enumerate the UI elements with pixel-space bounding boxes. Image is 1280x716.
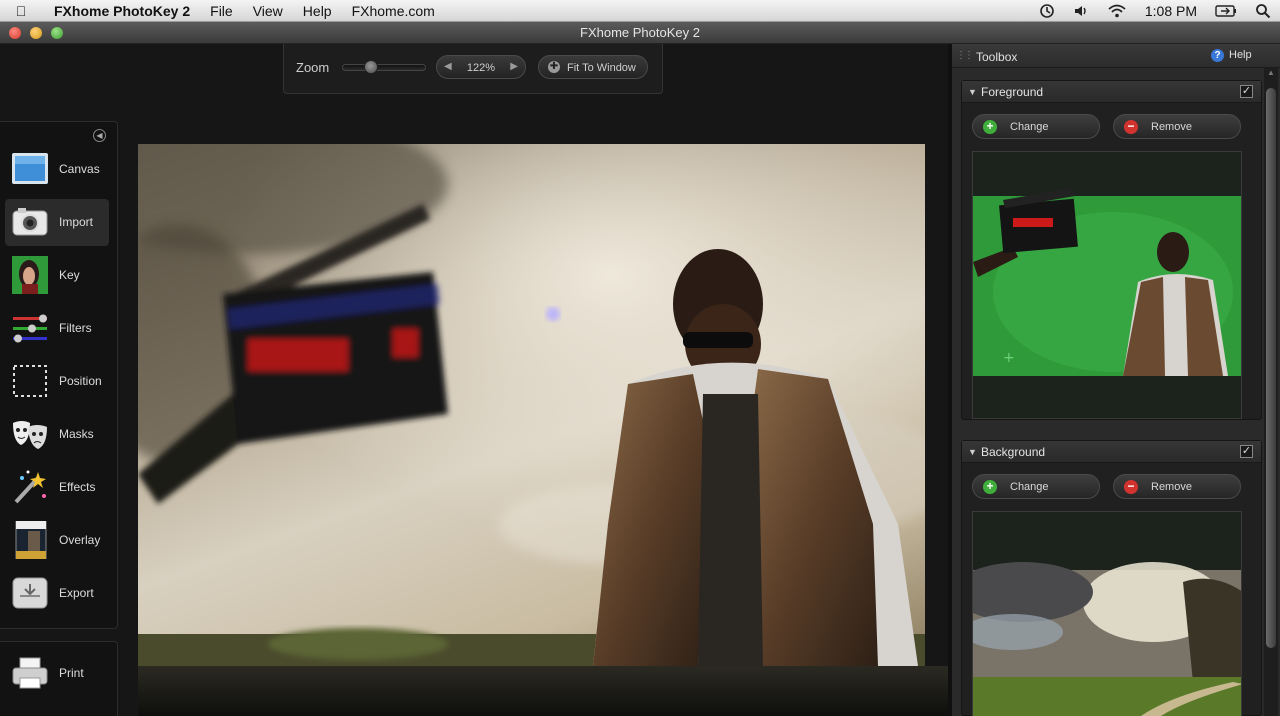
window-title: FXhome PhotoKey 2 bbox=[580, 25, 700, 40]
disclosure-triangle-icon[interactable]: ▼ bbox=[968, 447, 977, 457]
drag-grip-icon[interactable]: ⋮⋮ bbox=[956, 50, 974, 61]
printer-icon bbox=[10, 654, 50, 692]
window-title-bar: FXhome PhotoKey 2 bbox=[0, 22, 1280, 44]
photokey-app:  FXhome PhotoKey 2 File View Help FXhom… bbox=[0, 0, 1280, 716]
menu-bar:  FXhome PhotoKey 2 File View Help FXhom… bbox=[0, 0, 1280, 22]
tool-overlay-label: Overlay bbox=[59, 533, 101, 547]
foreground-change-button[interactable]: + Change bbox=[972, 114, 1100, 139]
composite-canvas-image[interactable] bbox=[138, 144, 925, 666]
toolbox-panel: ⋮⋮ Toolbox ? Help ▼ Foreground ✓ + Change… bbox=[952, 44, 1280, 716]
help-icon: ? bbox=[1211, 49, 1224, 62]
scroll-up-icon[interactable]: ▲ bbox=[1266, 68, 1276, 86]
background-title: Background bbox=[981, 445, 1046, 459]
background-header[interactable]: ▼ Background ✓ bbox=[962, 441, 1261, 463]
battery-icon[interactable] bbox=[1206, 5, 1246, 17]
svg-text:+: + bbox=[1003, 350, 1015, 366]
menu-view[interactable]: View bbox=[243, 3, 293, 19]
foreground-remove-button[interactable]: − Remove bbox=[1113, 114, 1241, 139]
background-remove-button[interactable]: − Remove bbox=[1113, 474, 1241, 499]
work-area: Zoom ◀ 122% ▶ ✚ Fit To Window ◀ Canvas I… bbox=[0, 44, 948, 716]
tool-filters[interactable]: Filters bbox=[5, 305, 109, 352]
remove-icon: − bbox=[1124, 480, 1138, 494]
remove-icon: − bbox=[1124, 120, 1138, 134]
canvas-icon bbox=[10, 150, 50, 188]
zoom-slider-track[interactable] bbox=[342, 64, 426, 71]
scrollbar-thumb[interactable] bbox=[1266, 88, 1276, 648]
background-thumbnail[interactable] bbox=[972, 511, 1242, 716]
overlay-icon bbox=[10, 520, 50, 560]
tool-print-label: Print bbox=[59, 666, 84, 680]
add-icon: + bbox=[983, 480, 997, 494]
add-icon: + bbox=[983, 120, 997, 134]
toolbox-header: ⋮⋮ Toolbox ? Help bbox=[952, 44, 1280, 68]
background-change-button[interactable]: + Change bbox=[972, 474, 1100, 499]
tool-position-label: Position bbox=[59, 374, 102, 388]
tool-canvas[interactable]: Canvas bbox=[5, 146, 109, 193]
tool-import[interactable]: Import bbox=[5, 199, 109, 246]
effects-icon bbox=[10, 468, 50, 506]
tool-filters-label: Filters bbox=[59, 321, 92, 335]
zoom-stepper[interactable]: ◀ 122% ▶ bbox=[436, 55, 526, 79]
background-remove-label: Remove bbox=[1151, 481, 1192, 493]
tool-export-label: Export bbox=[59, 586, 94, 600]
zoom-increase-icon[interactable]: ▶ bbox=[510, 61, 518, 72]
canvas-overflow-area bbox=[138, 666, 948, 716]
zoom-slider-knob[interactable] bbox=[364, 60, 378, 74]
position-icon bbox=[10, 362, 50, 400]
toolbox-scrollbar[interactable]: ▲ bbox=[1264, 68, 1278, 716]
menu-file[interactable]: File bbox=[200, 3, 243, 19]
menu-help[interactable]: Help bbox=[293, 3, 342, 19]
foreground-header[interactable]: ▼ Foreground ✓ bbox=[962, 81, 1261, 103]
toolbox-title: Toolbox bbox=[976, 50, 1018, 64]
filters-icon bbox=[10, 309, 50, 347]
foreground-enabled-checkbox[interactable]: ✓ bbox=[1240, 85, 1253, 98]
foreground-change-label: Change bbox=[1010, 121, 1049, 133]
tool-overlay[interactable]: Overlay bbox=[5, 517, 109, 564]
collapse-panel-icon[interactable]: ◀ bbox=[93, 129, 106, 142]
tool-masks-label: Masks bbox=[59, 427, 94, 441]
fit-window-icon: ✚ bbox=[548, 61, 560, 73]
foreground-remove-label: Remove bbox=[1151, 121, 1192, 133]
tool-effects-label: Effects bbox=[59, 480, 96, 494]
time-machine-icon[interactable] bbox=[1030, 3, 1064, 19]
volume-icon[interactable] bbox=[1064, 4, 1098, 18]
zoom-label: Zoom bbox=[296, 60, 330, 75]
help-label: Help bbox=[1229, 49, 1252, 61]
tool-effects[interactable]: Effects bbox=[5, 464, 109, 511]
spotlight-search-icon[interactable] bbox=[1246, 3, 1280, 19]
disclosure-triangle-icon[interactable]: ▼ bbox=[968, 87, 977, 97]
background-section: ▼ Background ✓ + Change − Remove bbox=[961, 440, 1262, 716]
tool-import-label: Import bbox=[59, 215, 94, 229]
status-area: 1:08 PM bbox=[1030, 0, 1280, 22]
tool-export[interactable]: Export bbox=[5, 570, 109, 617]
tool-key[interactable]: Key bbox=[5, 252, 109, 299]
background-change-label: Change bbox=[1010, 481, 1049, 493]
foreground-section: ▼ Foreground ✓ + Change − Remove + bbox=[961, 80, 1262, 420]
tool-position[interactable]: Position bbox=[5, 358, 109, 405]
menu-fxhome[interactable]: FXhome.com bbox=[342, 3, 445, 19]
help-button[interactable]: ? Help bbox=[1211, 49, 1252, 63]
fit-to-window-label: Fit To Window bbox=[567, 62, 636, 74]
export-icon bbox=[10, 574, 50, 612]
key-icon bbox=[10, 256, 50, 294]
fit-to-window-button[interactable]: ✚ Fit To Window bbox=[538, 55, 648, 79]
tool-panel: ◀ Canvas Import Key Filters Position Mas… bbox=[0, 121, 118, 629]
wifi-icon[interactable] bbox=[1098, 4, 1136, 18]
masks-icon bbox=[10, 415, 50, 453]
app-menu[interactable]: FXhome PhotoKey 2 bbox=[42, 3, 200, 19]
print-panel: Print bbox=[0, 641, 118, 716]
camera-icon bbox=[10, 203, 50, 241]
tool-print[interactable]: Print bbox=[5, 650, 109, 697]
apple-menu-icon[interactable]:  bbox=[0, 3, 42, 19]
foreground-thumbnail[interactable]: + bbox=[972, 151, 1242, 419]
tool-key-label: Key bbox=[59, 268, 80, 282]
foreground-title: Foreground bbox=[981, 85, 1044, 99]
background-enabled-checkbox[interactable]: ✓ bbox=[1240, 445, 1253, 458]
tool-masks[interactable]: Masks bbox=[5, 411, 109, 458]
clock[interactable]: 1:08 PM bbox=[1136, 3, 1206, 19]
zoom-bar: Zoom ◀ 122% ▶ ✚ Fit To Window bbox=[283, 44, 663, 94]
tool-canvas-label: Canvas bbox=[59, 162, 100, 176]
